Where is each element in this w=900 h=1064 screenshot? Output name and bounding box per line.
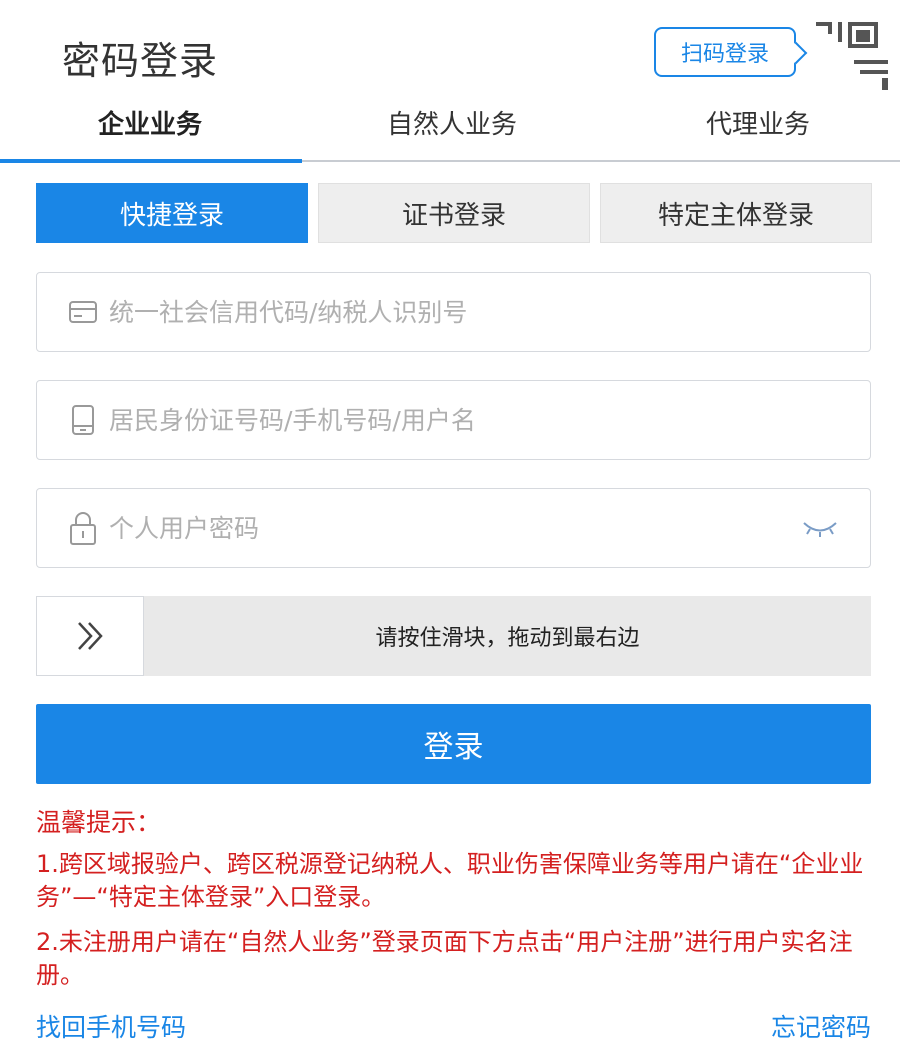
login-method-tabs: 快捷登录 证书登录 特定主体登录 [36, 183, 872, 245]
tab-agent[interactable]: 代理业务 [608, 92, 900, 152]
tip-item: 1.跨区域报验户、跨区税源登记纳税人、职业伤害保障业务等用户请在“企业业务”—“… [36, 850, 864, 911]
qr-code-icon[interactable] [812, 14, 892, 94]
tips-title: 温馨提示： [36, 808, 162, 837]
slider-hint: 请按住滑块，拖动到最右边 [375, 626, 640, 651]
password-field [36, 488, 871, 568]
login-button[interactable]: 登录 [36, 704, 871, 784]
forgot-password-link[interactable]: 忘记密码 [771, 1008, 871, 1044]
slider-captcha: 请按住滑块，拖动到最右边 [36, 596, 871, 676]
credit-code-input[interactable] [109, 282, 870, 342]
tab-active-indicator [0, 159, 302, 163]
tab-enterprise[interactable]: 企业业务 [0, 92, 300, 152]
tab-individual[interactable]: 自然人业务 [302, 92, 602, 152]
lock-icon [65, 510, 101, 546]
scan-login-button[interactable]: 扫码登录 [654, 27, 796, 77]
page-title: 密码登录 [62, 39, 219, 83]
eye-closed-icon[interactable] [800, 513, 840, 543]
tip-item: 2.未注册用户请在“自然人业务”登录页面下方点击“用户注册”进行用户实名注册。 [36, 928, 853, 989]
account-field [36, 380, 871, 460]
credit-code-field [36, 272, 871, 352]
double-chevron-right-icon [78, 622, 103, 650]
login-button-label: 登录 [423, 730, 484, 765]
password-input[interactable] [109, 498, 800, 558]
subtab-quick-login[interactable]: 快捷登录 [36, 183, 308, 243]
subtab-certificate-login[interactable]: 证书登录 [318, 183, 590, 243]
business-tabs: 企业业务 自然人业务 代理业务 [0, 92, 900, 162]
phone-icon [65, 402, 101, 438]
subtab-specific-entity-login[interactable]: 特定主体登录 [600, 183, 872, 243]
slider-handle[interactable] [36, 596, 144, 676]
account-input[interactable] [109, 390, 870, 450]
retrieve-phone-link[interactable]: 找回手机号码 [36, 1008, 186, 1044]
scan-login-label: 扫码登录 [680, 42, 769, 67]
card-icon [65, 294, 101, 330]
